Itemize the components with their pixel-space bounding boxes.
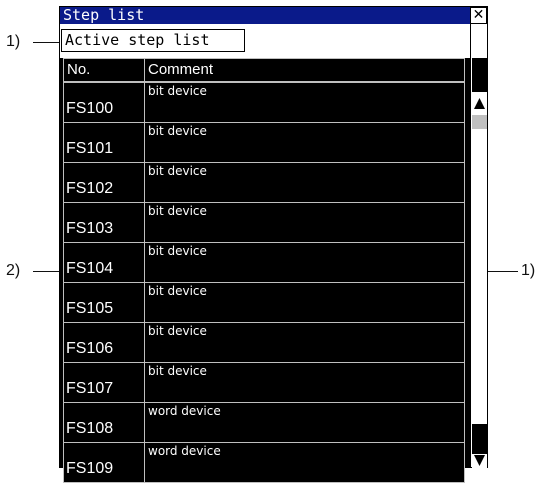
- scroll-up-button[interactable]: [472, 94, 487, 115]
- step-number-cell: FS101: [63, 122, 145, 163]
- step-number-cell: FS100: [63, 82, 145, 123]
- table-row[interactable]: FS104 bit device: [61, 242, 469, 283]
- step-number-cell: FS106: [63, 322, 145, 363]
- step-number-cell: FS109: [63, 442, 145, 483]
- table-row[interactable]: FS100 bit device: [61, 82, 469, 123]
- callout-selector-label: 1): [6, 33, 21, 50]
- arrow-down-icon: [474, 455, 485, 466]
- step-list-window: Step list ✕ Active step list No. Comment…: [59, 6, 488, 483]
- step-comment-cell: bit device: [144, 82, 465, 123]
- callout-scrollbar-line: [488, 271, 518, 272]
- vertical-scrollbar[interactable]: [470, 24, 487, 475]
- callout-table-label: 2): [6, 262, 21, 279]
- column-header-comment: Comment: [144, 58, 465, 82]
- callout-scrollbar-label: 1): [521, 262, 536, 279]
- step-number-cell: FS102: [63, 162, 145, 203]
- table-header-row: No. Comment: [61, 58, 469, 82]
- table-row[interactable]: FS101 bit device: [61, 122, 469, 163]
- scrollbar-bottom-block: [472, 424, 487, 454]
- table-row[interactable]: FS106 bit device: [61, 322, 469, 363]
- close-button[interactable]: ✕: [470, 7, 487, 24]
- step-comment-cell: bit device: [144, 202, 465, 243]
- step-comment-cell: bit device: [144, 322, 465, 363]
- step-number-cell: FS107: [63, 362, 145, 403]
- step-comment-cell: word device: [144, 402, 465, 443]
- scroll-down-button[interactable]: [472, 454, 487, 475]
- step-comment-cell: bit device: [144, 162, 465, 203]
- table-row[interactable]: FS108 word device: [61, 402, 469, 443]
- step-table: No. Comment FS100 bit device FS101 bit devi…: [61, 58, 469, 483]
- column-header-no: No.: [63, 58, 145, 82]
- step-number-cell: FS104: [63, 242, 145, 283]
- step-comment-cell: word device: [144, 442, 465, 483]
- table-row[interactable]: FS102 bit device: [61, 162, 469, 203]
- callout-selector-line: [33, 42, 60, 43]
- arrow-up-icon: [474, 98, 485, 109]
- table-row[interactable]: FS103 bit device: [61, 202, 469, 243]
- window-title: Step list: [60, 7, 471, 24]
- callout-table-line: [33, 271, 60, 272]
- step-number-cell: FS108: [63, 402, 145, 443]
- table-row[interactable]: FS107 bit device: [61, 362, 469, 403]
- table-row[interactable]: FS109 word device: [61, 442, 469, 483]
- step-comment-cell: bit device: [144, 362, 465, 403]
- step-comment-cell: bit device: [144, 242, 465, 283]
- close-icon: ✕: [472, 7, 485, 23]
- step-number-cell: FS103: [63, 202, 145, 243]
- selector-row: Active step list: [60, 24, 470, 58]
- step-comment-cell: bit device: [144, 282, 465, 323]
- step-comment-cell: bit device: [144, 122, 465, 163]
- step-number-cell: FS105: [63, 282, 145, 323]
- table-row[interactable]: FS105 bit device: [61, 282, 469, 323]
- step-list-selector[interactable]: Active step list: [61, 29, 245, 52]
- scrollbar-thumb[interactable]: [472, 115, 487, 129]
- scrollbar-top-block: [472, 58, 487, 92]
